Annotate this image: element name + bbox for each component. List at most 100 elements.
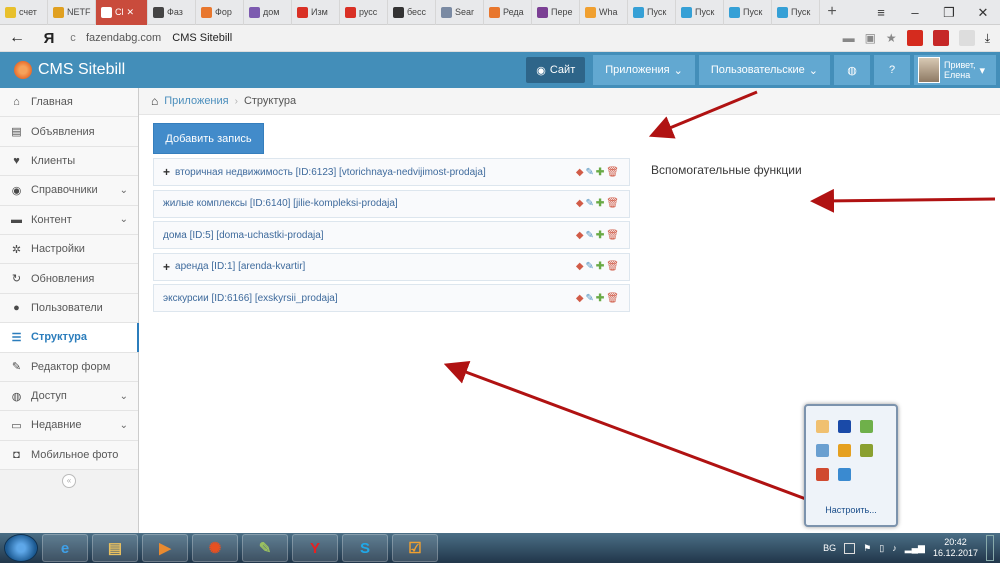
close-window-icon[interactable]: ✕ bbox=[966, 0, 1000, 25]
tray-leaf-icon[interactable] bbox=[860, 420, 873, 433]
tree-row[interactable]: + аренда [ID:1] [arenda-kvartir] ◆ ✎ ✚ 🗑 bbox=[153, 252, 630, 281]
film-icon[interactable]: ✺ bbox=[192, 534, 238, 562]
add-plus-icon[interactable]: ✚ bbox=[596, 198, 604, 209]
eraser-icon[interactable]: ◆ bbox=[576, 230, 584, 241]
sidebar-item[interactable]: ▤ Объявления bbox=[0, 117, 138, 147]
pencil-icon[interactable]: ✎ bbox=[586, 198, 594, 209]
bluetooth-icon[interactable] bbox=[838, 420, 851, 433]
tray-app-icon[interactable] bbox=[816, 420, 829, 433]
sidebar-item[interactable]: ◉ Справочники ⌄ bbox=[0, 176, 138, 206]
ie-icon[interactable]: e bbox=[42, 534, 88, 562]
pencil-icon[interactable]: ✎ bbox=[586, 167, 594, 178]
reload-icon[interactable]: c bbox=[64, 32, 82, 44]
tree-row[interactable]: экскурсии [ID:6166] [exskyrsii_prodaja] ◆… bbox=[153, 284, 630, 312]
browser-tab[interactable]: Пере bbox=[532, 0, 580, 25]
extension-edit-icon[interactable] bbox=[958, 30, 975, 46]
tray-app2-icon[interactable] bbox=[816, 444, 829, 457]
browser-tab[interactable]: русс bbox=[340, 0, 388, 25]
eraser-icon[interactable]: ◆ bbox=[576, 261, 584, 272]
user-menu-button[interactable]: Пользовательские ⌄ bbox=[698, 55, 830, 85]
pencil-icon[interactable]: ✎ bbox=[586, 230, 594, 241]
page-icon[interactable]: ▣ bbox=[865, 31, 876, 45]
browser-tab[interactable]: Cl ✕ bbox=[96, 0, 148, 25]
yandex-browser-icon[interactable]: Y bbox=[292, 534, 338, 562]
sidebar-item[interactable]: ↻ Обновления bbox=[0, 264, 138, 294]
yandex-logo-icon[interactable]: Я bbox=[34, 30, 64, 47]
help-button[interactable]: ? bbox=[874, 55, 910, 85]
back-icon[interactable]: ← bbox=[0, 29, 34, 47]
tree-row-label[interactable]: дома [ID:5] [doma-uchastki-prodaja] bbox=[163, 230, 324, 241]
globe-button[interactable]: ◍ bbox=[834, 55, 870, 85]
sidebar-item[interactable]: ◍ Доступ ⌄ bbox=[0, 381, 138, 412]
eraser-icon[interactable]: ◆ bbox=[576, 293, 584, 304]
home-icon[interactable]: ⌂ bbox=[151, 94, 158, 108]
trash-icon[interactable]: 🗑 bbox=[606, 261, 619, 272]
download-icon[interactable]: ⤓ bbox=[985, 31, 990, 46]
site-button[interactable]: ◉ Сайт bbox=[526, 57, 586, 83]
minimize-icon[interactable]: – bbox=[898, 0, 932, 25]
expand-plus-icon[interactable]: + bbox=[163, 260, 170, 274]
flag-icon[interactable]: ⚑ bbox=[863, 543, 871, 554]
browser-tab[interactable]: Пуск bbox=[628, 0, 676, 25]
explorer-icon[interactable]: ▤ bbox=[92, 534, 138, 562]
sidebar-item[interactable]: ◘ Мобильное фото bbox=[0, 440, 138, 471]
brand[interactable]: CMS Sitebill bbox=[0, 61, 125, 79]
browser-tab[interactable]: Реда bbox=[484, 0, 532, 25]
start-button[interactable] bbox=[4, 534, 38, 562]
browser-tab[interactable]: Пуск bbox=[676, 0, 724, 25]
clock[interactable]: 20:42 16.12.2017 bbox=[933, 537, 978, 559]
apps-menu-button[interactable]: Приложения ⌄ bbox=[593, 55, 695, 85]
language-indicator[interactable]: BG bbox=[823, 543, 836, 553]
battery-icon[interactable]: ▯ bbox=[879, 543, 884, 554]
restore-icon[interactable]: ❐ bbox=[932, 0, 966, 25]
tray-customize-link[interactable]: Настроить... bbox=[806, 505, 896, 515]
tray-app3-icon[interactable] bbox=[838, 444, 851, 457]
sidebar-item[interactable]: ⌂ Главная bbox=[0, 88, 138, 118]
add-plus-icon[interactable]: ✚ bbox=[596, 230, 604, 241]
tree-row[interactable]: дома [ID:5] [doma-uchastki-prodaja] ◆ ✎ ✚ 🗑 bbox=[153, 221, 630, 249]
notepad-icon[interactable]: ✎ bbox=[242, 534, 288, 562]
tree-row[interactable]: + вторичная недвижимость [ID:6123] [vtori… bbox=[153, 158, 630, 186]
skype-icon[interactable]: S bbox=[342, 534, 388, 562]
volume-icon[interactable]: ♪ bbox=[892, 543, 897, 553]
tray-expand-icon[interactable] bbox=[844, 542, 856, 554]
browser-tab[interactable]: Wha bbox=[580, 0, 628, 25]
reader-icon[interactable]: ▬ bbox=[843, 31, 855, 45]
tree-row-label[interactable]: экскурсии [ID:6166] [exskyrsii_prodaja] bbox=[163, 293, 338, 304]
pencil-icon[interactable]: ✎ bbox=[586, 261, 594, 272]
tree-row-label[interactable]: аренда [ID:1] [arenda-kvartir] bbox=[175, 261, 305, 272]
tree-row[interactable]: жилые комплексы [ID:6140] [jilie-komplek… bbox=[153, 189, 630, 218]
sidebar-collapse-toggle[interactable]: « bbox=[0, 470, 138, 492]
browser-tab[interactable]: Sear bbox=[436, 0, 484, 25]
trash-icon[interactable]: 🗑 bbox=[606, 198, 619, 209]
eraser-icon[interactable]: ◆ bbox=[576, 198, 584, 209]
add-record-button[interactable]: Добавить запись bbox=[153, 123, 264, 154]
network-icon[interactable]: ▂▄▆ bbox=[905, 543, 925, 554]
browser-tab[interactable]: Пуск bbox=[724, 0, 772, 25]
extension-d-icon[interactable] bbox=[932, 30, 949, 46]
bookmark-star-icon[interactable]: ★ bbox=[886, 31, 897, 45]
tabs-menu-icon[interactable]: ≡ bbox=[864, 0, 898, 25]
sidebar-item[interactable]: ✎ Редактор форм bbox=[0, 352, 138, 382]
add-plus-icon[interactable]: ✚ bbox=[596, 293, 604, 304]
browser-tab[interactable]: счет bbox=[0, 0, 48, 25]
trash-icon[interactable]: 🗑 bbox=[606, 293, 619, 304]
show-desktop-button[interactable] bbox=[986, 535, 994, 561]
expand-plus-icon[interactable]: + bbox=[163, 165, 170, 179]
extension-mail-icon[interactable] bbox=[906, 30, 923, 46]
new-tab-button[interactable]: + bbox=[820, 3, 844, 21]
browser-tab[interactable]: NETF bbox=[48, 0, 96, 25]
sidebar-item[interactable]: ♥ Клиенты bbox=[0, 146, 138, 177]
browser-tab[interactable]: дом bbox=[244, 0, 292, 25]
trash-icon[interactable]: 🗑 bbox=[606, 230, 619, 241]
breadcrumb-link-apps[interactable]: Приложения bbox=[164, 95, 228, 107]
browser-tab[interactable]: бесс bbox=[388, 0, 436, 25]
close-tab-icon[interactable]: ✕ bbox=[127, 7, 135, 18]
sidebar-item[interactable]: ✲ Настройки bbox=[0, 234, 138, 265]
pencil-icon[interactable]: ✎ bbox=[586, 293, 594, 304]
user-profile-button[interactable]: Привет, Елена ▾ bbox=[914, 55, 996, 85]
eraser-icon[interactable]: ◆ bbox=[576, 167, 584, 178]
tray-app4-icon[interactable] bbox=[860, 444, 873, 457]
browser-tab[interactable]: Фор bbox=[196, 0, 244, 25]
sidebar-item[interactable]: ▭ Недавние ⌄ bbox=[0, 411, 138, 441]
